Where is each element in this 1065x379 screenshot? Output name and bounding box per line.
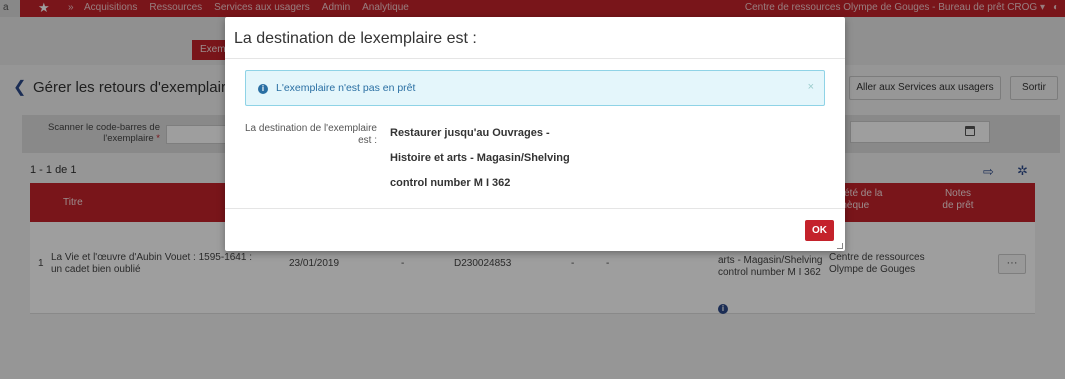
destination-value-line: Histoire et arts - Magasin/Shelving [390,152,570,164]
destination-value-line: control number M I 362 [390,177,511,189]
alert-message: L'exemplaire n'est pas en prêt [276,82,416,94]
resize-grip-icon[interactable] [837,243,843,249]
info-icon: i [258,84,268,94]
info-alert: i L'exemplaire n'est pas en prêt × [245,70,825,106]
dialog-divider [225,58,845,59]
ok-button[interactable]: OK [805,220,834,241]
destination-label: La destination de l'exemplaire est : [245,123,377,146]
destination-value-line: Restaurer jusqu'au Ouvrages - [390,127,550,139]
dialog-title: La destination de lexemplaire est : [234,30,477,47]
destination-dialog: La destination de lexemplaire est : i L'… [225,17,845,251]
close-icon[interactable]: × [808,81,814,93]
dialog-divider [225,208,845,209]
